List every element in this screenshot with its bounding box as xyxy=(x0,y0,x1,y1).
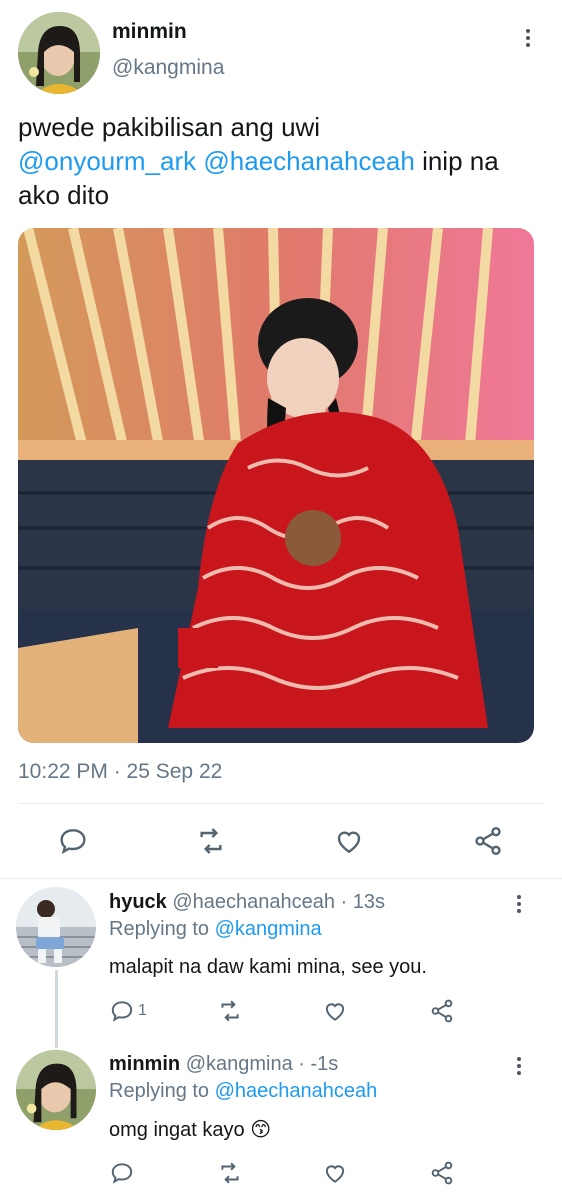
reply-avatar[interactable] xyxy=(16,887,96,967)
tweet-text: pwede pakibilisan ang uwi @onyourm_ark @… xyxy=(18,110,548,212)
reply-header: minmin @kangmina · -1s xyxy=(109,1053,338,1076)
more-icon[interactable] xyxy=(518,26,538,56)
reply-icon[interactable]: 1 xyxy=(109,998,147,1024)
tweet-timestamp[interactable]: 10:22 PM · 25 Sep 22 xyxy=(18,760,222,784)
mention-link[interactable]: @haechanahceah xyxy=(203,146,414,176)
share-icon[interactable] xyxy=(472,825,504,857)
divider xyxy=(0,878,562,879)
reply-text: omg ingat kayo 😙 xyxy=(109,1119,272,1141)
reply-time[interactable]: · 13s xyxy=(341,891,385,913)
retweet-icon[interactable] xyxy=(216,1160,244,1186)
reply-icon[interactable] xyxy=(57,825,89,857)
tweet-photo[interactable] xyxy=(18,228,534,743)
like-icon[interactable] xyxy=(333,825,365,857)
reply-header: hyuck @haechanahceah · 13s xyxy=(109,891,385,914)
reply-handle[interactable]: @haechanahceah xyxy=(172,891,335,913)
main-handle[interactable]: @kangmina xyxy=(112,56,224,80)
main-display-name[interactable]: minmin xyxy=(112,20,187,44)
reply-text: malapit na daw kami mina, see you. xyxy=(109,956,427,978)
share-icon[interactable] xyxy=(429,1160,455,1186)
like-icon[interactable] xyxy=(322,998,348,1024)
replying-to-prefix: Replying to xyxy=(109,1080,210,1102)
reply-icon[interactable] xyxy=(109,1160,135,1186)
replying-to-link[interactable]: @kangmina xyxy=(215,918,322,940)
tweet-text-line3: ako dito xyxy=(18,180,110,210)
more-icon[interactable] xyxy=(509,1054,529,1080)
replying-to-link[interactable]: @haechanahceah xyxy=(215,1080,378,1102)
reply-display-name[interactable]: hyuck xyxy=(109,891,167,913)
like-icon[interactable] xyxy=(322,1160,348,1186)
tweet-text-line1: pwede pakibilisan ang uwi xyxy=(18,112,321,142)
thread-line xyxy=(55,970,58,1048)
more-icon[interactable] xyxy=(509,892,529,918)
replying-to-prefix: Replying to xyxy=(109,918,210,940)
reply-handle[interactable]: @kangmina xyxy=(186,1053,293,1075)
main-avatar[interactable] xyxy=(18,12,100,94)
replying-to: Replying to @haechanahceah xyxy=(109,1080,377,1103)
reply-display-name[interactable]: minmin xyxy=(109,1053,180,1075)
share-icon[interactable] xyxy=(429,998,455,1024)
retweet-icon[interactable] xyxy=(194,825,228,857)
reply-avatar[interactable] xyxy=(16,1050,96,1130)
retweet-icon[interactable] xyxy=(216,998,244,1024)
tweet-text-line2: inip na xyxy=(422,146,499,176)
reply-time[interactable]: · -1s xyxy=(298,1053,338,1075)
mention-link[interactable]: @onyourm_ark xyxy=(18,146,196,176)
replying-to: Replying to @kangmina xyxy=(109,918,322,941)
divider xyxy=(18,803,544,804)
reply-count: 1 xyxy=(138,1002,147,1019)
